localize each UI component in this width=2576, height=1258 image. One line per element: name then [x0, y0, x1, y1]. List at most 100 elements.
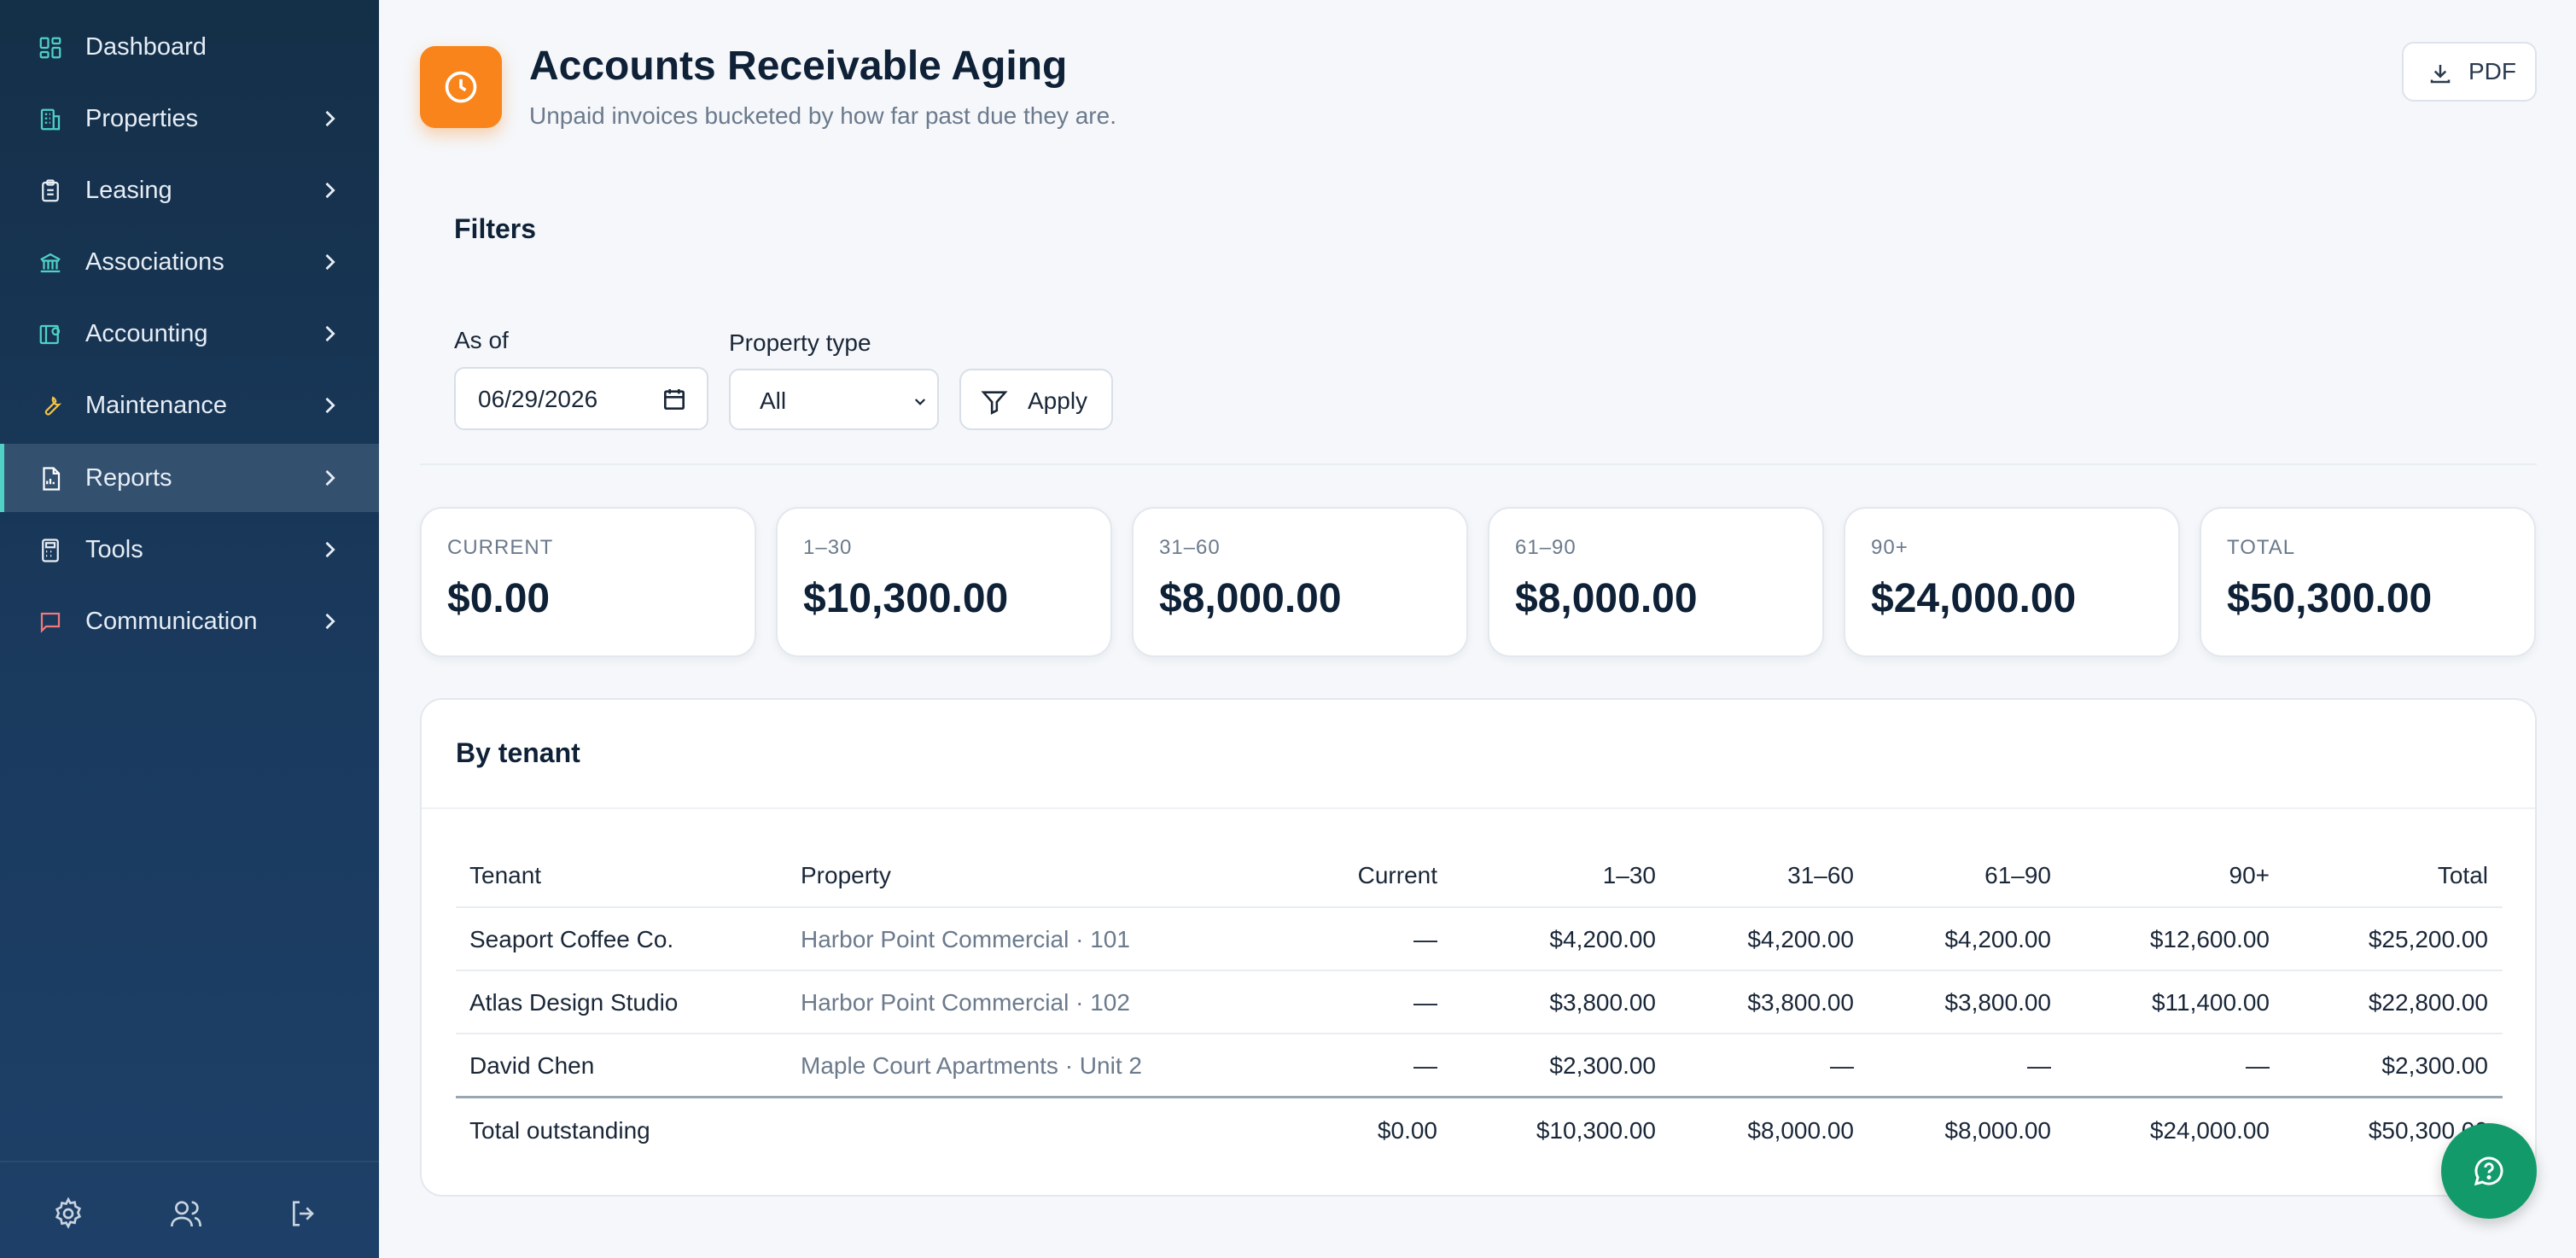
column-header-1-30: 1–30: [1602, 862, 1656, 888]
table-cell-current: —: [1413, 1052, 1437, 1079]
table-total-label: Total outstanding: [469, 1117, 650, 1144]
gear-icon[interactable]: [51, 1197, 85, 1231]
table-cell-current: —: [1413, 926, 1437, 952]
column-header-31-60: 31–60: [1787, 862, 1854, 888]
page-subtitle: Unpaid invoices bucketed by how far past…: [529, 102, 1116, 129]
filter-icon: [981, 391, 1008, 415]
sidebar-item-tools[interactable]: Tools: [0, 515, 379, 584]
summary-card-90-plus: 90+ $24,000.00: [1844, 507, 2180, 657]
table-cell-90-plus: —: [2246, 1052, 2270, 1079]
sidebar-item-label: Properties: [85, 104, 199, 132]
column-header-total: Total: [2437, 862, 2488, 888]
as-of-date-value: 06/29/2026: [478, 386, 598, 412]
summary-card-1-30: 1–30 $10,300.00: [776, 507, 1112, 657]
summary-card-value: $8,000.00: [1515, 576, 1698, 621]
sidebar-item-associations[interactable]: Associations: [0, 228, 379, 296]
table-cell-1-30: $3,800.00: [1549, 989, 1656, 1016]
calendar-icon[interactable]: [661, 386, 688, 413]
table-row-rule: [456, 1033, 2503, 1034]
summary-card-value: $10,300.00: [803, 576, 1009, 621]
property-type-select[interactable]: All: [729, 369, 939, 430]
sidebar-item-label: Dashboard: [85, 32, 207, 61]
sidebar-item-accounting[interactable]: Accounting: [0, 300, 379, 368]
sidebar-item-communication[interactable]: Communication: [0, 587, 379, 655]
logout-icon[interactable]: [287, 1197, 321, 1231]
filters-divider: [420, 463, 2537, 465]
help-chat-button[interactable]: [2441, 1123, 2537, 1219]
summary-card-total: TOTAL $50,300.00: [2200, 507, 2536, 657]
sidebar-item-label: Associations: [85, 248, 224, 276]
summary-card-label: 90+: [1871, 536, 1909, 559]
column-header-current: Current: [1357, 862, 1437, 888]
column-header-tenant: Tenant: [469, 862, 542, 888]
table-cell-tenant[interactable]: Seaport Coffee Co.: [469, 926, 673, 953]
ledger-icon: [39, 324, 61, 345]
sidebar-item-label: Leasing: [85, 176, 172, 204]
pdf-download-button[interactable]: PDF: [2402, 42, 2537, 102]
summary-card-61-90: 61–90 $8,000.00: [1488, 507, 1824, 657]
table-cell-current: —: [1413, 989, 1437, 1016]
chevron-right-icon: [325, 397, 335, 414]
sidebar-item-leasing[interactable]: Leasing: [0, 156, 379, 224]
page-title: Accounts Receivable Aging: [529, 44, 1068, 89]
chevron-down-icon: [914, 399, 926, 405]
users-icon[interactable]: [169, 1197, 203, 1231]
table-cell-property: Maple Court Apartments · Unit 2: [801, 1052, 1142, 1079]
chevron-right-icon: [325, 253, 335, 271]
as-of-date-input[interactable]: 06/29/2026: [454, 367, 708, 430]
apply-button[interactable]: Apply: [959, 369, 1113, 430]
as-of-label: As of: [454, 327, 509, 353]
property-type-value: All: [760, 387, 787, 414]
sidebar-item-label: Tools: [85, 535, 143, 563]
building-icon: [40, 108, 61, 131]
chevron-right-icon: [325, 469, 335, 486]
summary-card-label: CURRENT: [447, 536, 554, 559]
apply-button-label: Apply: [1028, 387, 1088, 414]
summary-card-31-60: 31–60 $8,000.00: [1132, 507, 1468, 657]
table-cell-61-90: —: [2027, 1052, 2051, 1079]
sidebar-item-label: Maintenance: [85, 391, 228, 419]
report-header-badge: [420, 46, 502, 128]
chevron-right-icon: [325, 110, 335, 127]
table-cell-90-plus: $11,400.00: [2151, 989, 2270, 1016]
table-total-31-60: $8,000.00: [1747, 1117, 1854, 1144]
sidebar-item-label: Communication: [85, 607, 258, 635]
table-total-current: $0.00: [1377, 1117, 1437, 1144]
sidebar-footer: [0, 1161, 379, 1258]
table-total-90-plus: $24,000.00: [2149, 1117, 2270, 1144]
sidebar-item-properties[interactable]: Properties: [0, 84, 379, 153]
clipboard-icon: [42, 179, 59, 202]
sidebar-item-label: Reports: [85, 463, 172, 492]
bank-icon: [40, 253, 61, 273]
table-cell-tenant[interactable]: Atlas Design Studio: [469, 989, 678, 1016]
summary-card-label: 61–90: [1515, 536, 1576, 559]
table-cell-1-30: $2,300.00: [1549, 1052, 1656, 1079]
sidebar-item-maintenance[interactable]: Maintenance: [0, 371, 379, 440]
table-total-rule: [456, 1096, 2503, 1098]
table-cell-total: $25,200.00: [2368, 926, 2488, 952]
table-cell-31-60: —: [1830, 1052, 1854, 1079]
sidebar-item-dashboard[interactable]: Dashboard: [0, 13, 379, 81]
property-type-label: Property type: [729, 329, 871, 356]
summary-card-label: 1–30: [803, 536, 853, 559]
table-cell-61-90: $3,800.00: [1944, 989, 2051, 1016]
table-total-1-30: $10,300.00: [1536, 1117, 1656, 1144]
sidebar-item-reports[interactable]: Reports: [0, 444, 379, 512]
column-header-90-plus: 90+: [2229, 862, 2270, 888]
filters-title: Filters: [454, 213, 537, 244]
table-cell-90-plus: $12,600.00: [2149, 926, 2270, 952]
table-total-61-90: $8,000.00: [1944, 1117, 2051, 1144]
summary-card-value: $24,000.00: [1871, 576, 2077, 621]
download-icon: [2430, 65, 2451, 84]
table-cell-tenant[interactable]: David Chen: [469, 1052, 594, 1080]
chat-icon: [40, 612, 61, 633]
summary-card-value: $50,300.00: [2227, 576, 2433, 621]
summary-card-current: CURRENT $0.00: [420, 507, 756, 657]
help-chat-icon: [2474, 1156, 2503, 1186]
summary-card-label: TOTAL: [2227, 536, 2296, 559]
table-header-rule: [456, 906, 2503, 908]
table-cell-1-30: $4,200.00: [1549, 926, 1656, 952]
sidebar-item-label: Accounting: [85, 319, 208, 347]
table-cell-31-60: $3,800.00: [1747, 989, 1854, 1016]
report-icon: [43, 467, 61, 491]
